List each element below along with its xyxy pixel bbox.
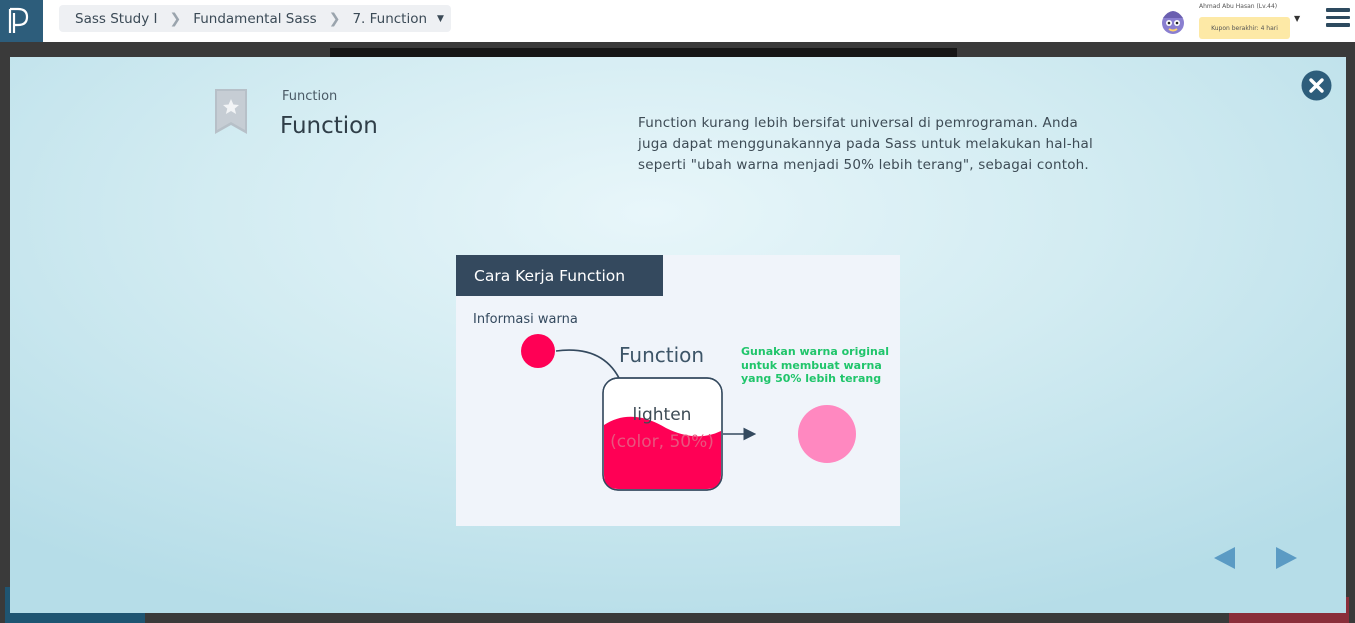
progate-logo-icon[interactable] bbox=[0, 0, 43, 42]
breadcrumb-section[interactable]: Fundamental Sass bbox=[193, 11, 317, 27]
lesson-description: Function kurang lebih bersifat universal… bbox=[638, 115, 1093, 173]
caret-down-icon[interactable]: ▼ bbox=[437, 14, 444, 24]
slide-title: Cara Kerja Function bbox=[456, 255, 663, 296]
breadcrumb-course[interactable]: Sass Study I bbox=[75, 11, 157, 27]
slide-image: Cara Kerja Function Informasi warna Func… bbox=[456, 255, 900, 526]
chevron-right-icon: ❯ bbox=[328, 10, 341, 27]
hamburger-menu-icon[interactable] bbox=[1326, 8, 1350, 30]
coupon-badge: Kupon berakhir: 4 hari bbox=[1199, 17, 1290, 39]
lesson-slide-modal: Function Function Function kurang lebih … bbox=[10, 57, 1346, 613]
color-info-label: Informasi warna bbox=[473, 312, 578, 327]
lesson-label: Function bbox=[282, 89, 338, 104]
slide-note: Gunakan warna original untuk membuat war… bbox=[741, 345, 890, 385]
chevron-right-icon: ❯ bbox=[169, 10, 182, 27]
original-color-circle bbox=[521, 334, 555, 368]
user-name: Ahmad Abu Hasan (Lv.44) bbox=[1199, 3, 1278, 10]
user-menu[interactable]: Ahmad Abu Hasan (Lv.44) Kupon berakhir: … bbox=[1158, 2, 1308, 40]
prev-arrow-icon[interactable] bbox=[1213, 546, 1237, 570]
bookmark-star-icon[interactable] bbox=[215, 89, 247, 134]
lesson-title: Function bbox=[280, 113, 378, 139]
function-args-text: (color, 50%) bbox=[610, 432, 714, 452]
lightened-color-circle bbox=[798, 405, 856, 463]
avatar[interactable] bbox=[1158, 6, 1188, 36]
caret-down-icon[interactable]: ▼ bbox=[1294, 14, 1300, 23]
close-icon[interactable] bbox=[1301, 70, 1332, 101]
function-name-text: lighten bbox=[632, 405, 692, 425]
function-label: Function bbox=[619, 343, 705, 367]
top-bar: Sass Study I ❯ Fundamental Sass ❯ 7. Fun… bbox=[0, 0, 1355, 42]
breadcrumb: Sass Study I ❯ Fundamental Sass ❯ 7. Fun… bbox=[59, 5, 451, 32]
breadcrumb-lesson[interactable]: 7. Function bbox=[352, 11, 427, 27]
next-arrow-icon[interactable] bbox=[1274, 546, 1298, 570]
